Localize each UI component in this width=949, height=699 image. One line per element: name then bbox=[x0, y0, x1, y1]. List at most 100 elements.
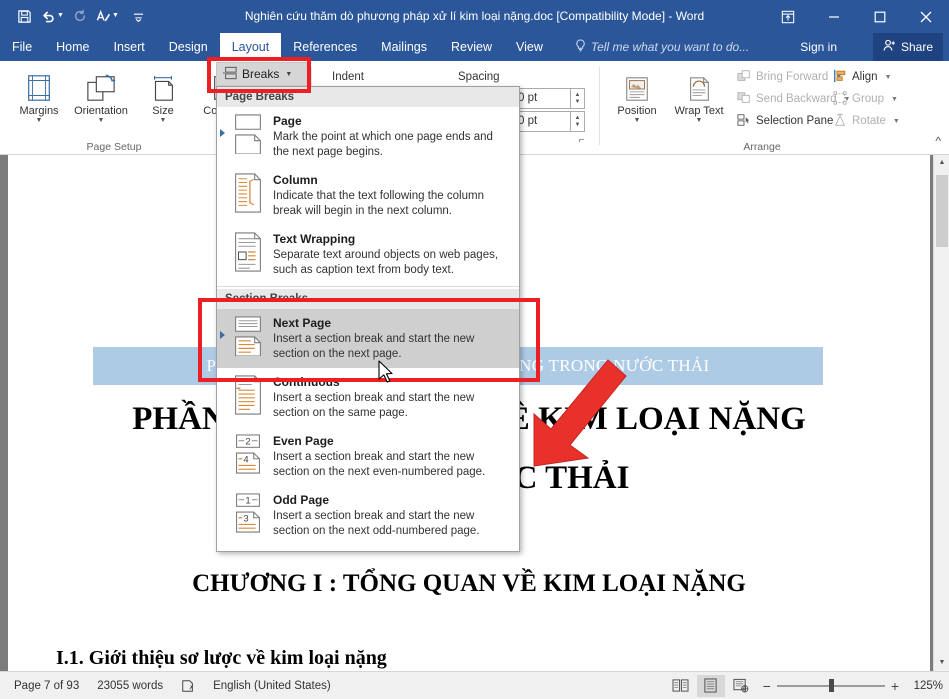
tab-home[interactable]: Home bbox=[44, 33, 101, 61]
chevron-down-icon[interactable]: ▼ bbox=[575, 99, 581, 106]
web-layout-icon[interactable] bbox=[727, 675, 755, 697]
chevron-down-icon[interactable]: ▼ bbox=[891, 96, 898, 103]
page-indicator[interactable]: Page 7 of 93 bbox=[0, 675, 88, 697]
chevron-up-icon[interactable]: ▲ bbox=[575, 115, 581, 122]
zoom-level[interactable]: 125% bbox=[901, 680, 943, 692]
menu-item-text: Page Mark the point at which one page en… bbox=[273, 112, 513, 160]
paragraph-dialog-launcher[interactable]: ⌐ bbox=[575, 134, 588, 147]
chevron-down-icon[interactable]: ▼ bbox=[575, 122, 581, 129]
group-button[interactable]: Group ▼ bbox=[828, 88, 905, 110]
chevron-down-icon[interactable]: ▼ bbox=[160, 117, 167, 125]
sign-in-button[interactable]: Sign in bbox=[800, 33, 837, 61]
minimize-icon[interactable] bbox=[811, 0, 857, 33]
document-heading-3: CHƯƠNG I : TỔNG QUAN VỀ KIM LOẠI NẶNG bbox=[192, 570, 746, 597]
chevron-down-icon[interactable]: ▼ bbox=[36, 117, 43, 125]
spacing-after-input[interactable]: 0 pt bbox=[513, 111, 571, 132]
read-mode-icon[interactable] bbox=[667, 675, 695, 697]
zoom-track[interactable] bbox=[776, 678, 885, 692]
undo-icon[interactable]: ▼ bbox=[38, 4, 67, 28]
send-backward-label: Send Backward bbox=[756, 93, 837, 105]
menu-item-even-page[interactable]: 24 Even Page Insert a section break and … bbox=[217, 427, 519, 486]
quick-access-toolbar: ▼ ▼ bbox=[14, 4, 147, 28]
group-label: Group bbox=[852, 93, 884, 105]
wrap-text-button[interactable]: Wrap Text ▼ bbox=[668, 65, 730, 125]
status-bar: Page 7 of 93 23055 words ✗ English (Unit… bbox=[0, 671, 949, 699]
menu-item-column[interactable]: Column Indicate that the text following … bbox=[217, 166, 519, 225]
tell-me-label: Tell me what you want to do... bbox=[590, 40, 750, 54]
position-button[interactable]: Position ▼ bbox=[606, 65, 668, 125]
spacing-after-stepper[interactable]: ▲ ▼ bbox=[571, 111, 585, 132]
chevron-down-icon[interactable]: ▼ bbox=[696, 117, 703, 125]
menu-item-text: Odd Page Insert a section break and star… bbox=[273, 491, 513, 539]
spelling-check-icon[interactable]: ✗ bbox=[172, 675, 204, 697]
orientation-button[interactable]: Orientation ▼ bbox=[70, 65, 132, 125]
tab-file[interactable]: File bbox=[0, 33, 44, 61]
tab-review[interactable]: Review bbox=[439, 33, 504, 61]
tab-references[interactable]: References bbox=[281, 33, 369, 61]
maximize-icon[interactable] bbox=[857, 0, 903, 33]
spacing-label: Spacing bbox=[458, 71, 500, 83]
menu-item-title: Continuous bbox=[273, 375, 340, 389]
tell-me-search[interactable]: Tell me what you want to do... bbox=[575, 33, 749, 61]
zoom-slider[interactable]: − + bbox=[763, 678, 899, 693]
indent-label: Indent bbox=[332, 71, 364, 83]
send-backward-icon bbox=[737, 91, 751, 108]
menu-item-text: Column Indicate that the text following … bbox=[273, 171, 513, 219]
menu-item-next-page[interactable]: Next Page Insert a section break and sta… bbox=[217, 309, 519, 368]
size-icon bbox=[148, 69, 178, 103]
tab-mailings[interactable]: Mailings bbox=[369, 33, 439, 61]
spacing-before-stepper[interactable]: ▲ ▼ bbox=[571, 88, 585, 109]
menu-item-desc: Insert a section break and start the new… bbox=[273, 333, 475, 360]
customize-qat-icon[interactable] bbox=[125, 4, 147, 28]
menu-item-desc: Insert a section break and start the new… bbox=[273, 392, 475, 419]
scrollbar-thumb[interactable] bbox=[936, 175, 948, 247]
chevron-down-icon[interactable]: ▼ bbox=[98, 117, 105, 125]
bring-forward-icon bbox=[737, 69, 751, 86]
zoom-out-button[interactable]: − bbox=[763, 679, 771, 693]
menu-item-title: Page bbox=[273, 114, 302, 128]
zoom-in-button[interactable]: + bbox=[891, 679, 899, 693]
margins-button[interactable]: Margins ▼ bbox=[8, 65, 70, 125]
chevron-down-icon[interactable]: ▼ bbox=[893, 118, 900, 125]
breaks-button[interactable]: Breaks ▼ bbox=[216, 62, 308, 86]
ribbon-display-options-icon[interactable] bbox=[765, 0, 811, 33]
scroll-down-arrow-icon[interactable]: ▼ bbox=[934, 655, 949, 671]
chevron-down-icon[interactable]: ▼ bbox=[56, 4, 64, 28]
touch-mode-icon[interactable]: ▼ bbox=[93, 4, 122, 28]
chevron-up-icon[interactable]: ▲ bbox=[575, 92, 581, 99]
collapse-ribbon-button[interactable]: ^ bbox=[935, 134, 941, 148]
menu-item-title: Next Page bbox=[273, 316, 332, 330]
scroll-up-arrow-icon[interactable]: ▲ bbox=[934, 155, 949, 171]
zoom-knob[interactable] bbox=[828, 678, 834, 692]
share-button[interactable]: Share bbox=[872, 33, 943, 61]
chevron-down-icon[interactable]: ▼ bbox=[111, 4, 119, 28]
size-button[interactable]: Size ▼ bbox=[132, 65, 194, 125]
language-indicator[interactable]: English (United States) bbox=[204, 675, 340, 697]
menu-item-page[interactable]: Page Mark the point at which one page en… bbox=[217, 107, 519, 166]
wrap-text-label: Wrap Text bbox=[674, 105, 724, 117]
word-count[interactable]: 23055 words bbox=[88, 675, 172, 697]
tab-layout[interactable]: Layout bbox=[219, 33, 282, 61]
orientation-icon bbox=[85, 69, 117, 103]
vertical-scrollbar[interactable]: ▲ ▼ bbox=[933, 155, 949, 671]
svg-text:✗: ✗ bbox=[189, 684, 194, 691]
close-icon[interactable] bbox=[903, 0, 949, 33]
tab-insert[interactable]: Insert bbox=[102, 33, 157, 61]
menu-item-text: Text Wrapping Separate text around objec… bbox=[273, 230, 513, 278]
align-button[interactable]: Align ▼ bbox=[828, 66, 905, 88]
redo-icon[interactable] bbox=[70, 4, 90, 28]
page-breaks-header: Page Breaks bbox=[217, 87, 519, 107]
menu-item-continuous[interactable]: Continuous Insert a section break and st… bbox=[217, 368, 519, 427]
menu-item-text-wrapping[interactable]: Text Wrapping Separate text around objec… bbox=[217, 225, 519, 284]
rotate-button[interactable]: Rotate ▼ bbox=[828, 110, 905, 132]
chevron-down-icon[interactable]: ▼ bbox=[634, 117, 641, 125]
chevron-down-icon[interactable]: ▼ bbox=[885, 74, 892, 81]
chevron-down-icon[interactable]: ▼ bbox=[285, 71, 292, 78]
tab-design[interactable]: Design bbox=[157, 33, 220, 61]
print-layout-icon[interactable] bbox=[696, 674, 725, 697]
save-icon[interactable] bbox=[14, 4, 35, 28]
svg-text:3: 3 bbox=[243, 514, 248, 525]
menu-item-odd-page[interactable]: 13 Odd Page Insert a section break and s… bbox=[217, 486, 519, 545]
tab-view[interactable]: View bbox=[504, 33, 555, 61]
spacing-before-input[interactable]: 0 pt bbox=[513, 88, 571, 109]
